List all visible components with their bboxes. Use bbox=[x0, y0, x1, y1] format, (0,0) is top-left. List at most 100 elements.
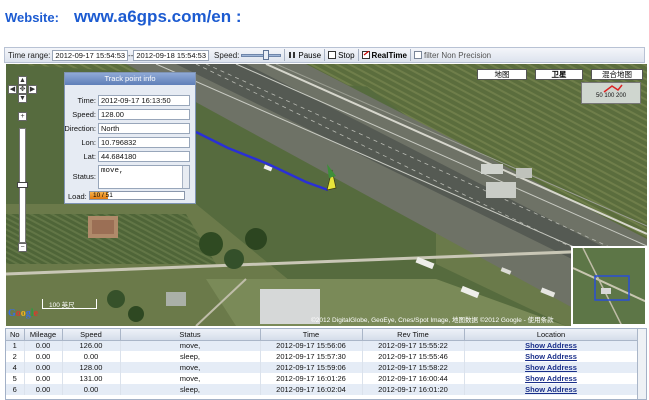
pan-down-icon[interactable]: ▼ bbox=[18, 94, 27, 103]
time-range-label: Time range: bbox=[8, 50, 51, 60]
column-header[interactable]: Location bbox=[464, 329, 639, 341]
overview-map[interactable] bbox=[571, 246, 647, 326]
pause-icon bbox=[289, 52, 296, 58]
column-header[interactable]: No bbox=[6, 329, 25, 341]
lon-label: Lon: bbox=[81, 138, 96, 147]
end-time-input[interactable]: 2012-09-18 15:54:53 bbox=[133, 49, 210, 61]
direction-value: North bbox=[98, 123, 190, 134]
speed-field-label: Speed: bbox=[72, 110, 96, 119]
status-textarea[interactable]: move, bbox=[98, 165, 190, 189]
realtime-button[interactable]: RealTime bbox=[361, 50, 407, 60]
cell-rev-time: 2012-09-17 16:00:44 bbox=[362, 373, 465, 384]
cell-rev-time: 2012-09-17 15:55:46 bbox=[362, 351, 465, 362]
info-row-speed: Speed: 128.00 bbox=[65, 109, 195, 121]
start-time-input[interactable]: 2012-09-17 15:54:53 bbox=[52, 49, 129, 61]
direction-label: Direction: bbox=[64, 124, 96, 133]
show-address-link[interactable]: Show Address bbox=[525, 352, 577, 361]
info-row-direction: Direction: North bbox=[64, 123, 195, 135]
cell-mileage: 0.00 bbox=[24, 384, 63, 395]
cell-location: Show Address bbox=[464, 351, 639, 362]
speed-value: 128.00 bbox=[98, 109, 190, 120]
pan-center-icon[interactable]: ✥ bbox=[18, 85, 27, 94]
pan-right-icon[interactable]: ▶ bbox=[28, 85, 37, 94]
cell-time: 2012-09-17 16:01:26 bbox=[260, 373, 363, 384]
scale-widget: 50 100 200 bbox=[581, 82, 641, 104]
table-row[interactable]: 5 0.00 131.00 move, 2012-09-17 16:01:26 … bbox=[6, 373, 639, 384]
table-row[interactable]: 1 0.00 126.00 move, 2012-09-17 15:56:06 … bbox=[6, 340, 639, 351]
map-type-map-button[interactable]: 地图 bbox=[477, 69, 527, 80]
speed-slider-track bbox=[241, 54, 282, 57]
lat-label: Lat: bbox=[83, 152, 96, 161]
lon-value: 10.796832 bbox=[98, 137, 190, 148]
stop-label: Stop bbox=[338, 50, 355, 60]
playback-toolbar: Time range: 2012-09-17 15:54:53 -- 2012-… bbox=[4, 47, 645, 63]
table-header-row: No Mileage Speed Status Time Rev Time Lo… bbox=[6, 329, 639, 341]
pan-up-icon[interactable]: ▲ bbox=[18, 76, 27, 85]
zoom-slider-thumb[interactable] bbox=[17, 182, 28, 188]
cell-status: move, bbox=[120, 340, 261, 351]
map-type-hybrid-button[interactable]: 混合地图 bbox=[591, 69, 643, 80]
map-type-switcher: 地图 卫星 混合地图 bbox=[477, 69, 643, 80]
cell-location: Show Address bbox=[464, 340, 639, 351]
table-scrollbar[interactable] bbox=[637, 329, 646, 399]
column-header[interactable]: Time bbox=[260, 329, 363, 341]
table-row[interactable]: 2 0.00 0.00 sleep, 2012-09-17 15:57:30 2… bbox=[6, 351, 639, 362]
cell-mileage: 0.00 bbox=[24, 340, 63, 351]
lat-value: 44.684180 bbox=[98, 151, 190, 162]
pause-button[interactable]: Pause bbox=[288, 51, 321, 60]
stop-button[interactable]: Stop bbox=[328, 50, 355, 60]
show-address-link[interactable]: Show Address bbox=[525, 363, 577, 372]
map-type-satellite-button[interactable]: 卫星 bbox=[535, 69, 583, 80]
info-row-time: Time: 2012-09-17 16:13:50 bbox=[65, 95, 195, 107]
cell-no: 5 bbox=[6, 373, 25, 384]
map-copyright: ©2012 DigitalGlobe, GeoEye, Cnes/Spot Im… bbox=[311, 317, 554, 324]
zoom-out-icon[interactable]: − bbox=[18, 243, 27, 252]
cell-status: sleep, bbox=[120, 351, 261, 362]
stop-icon bbox=[328, 51, 337, 59]
speed-slider[interactable] bbox=[241, 50, 282, 60]
status-label: Status: bbox=[72, 172, 96, 181]
cell-status: move, bbox=[120, 362, 261, 373]
cell-speed: 0.00 bbox=[62, 351, 121, 362]
show-address-link[interactable]: Show Address bbox=[525, 385, 577, 394]
website-url[interactable]: www.a6gps.com/en : bbox=[74, 7, 242, 27]
logo-letter: G bbox=[8, 308, 16, 319]
pan-left-icon[interactable]: ◀ bbox=[8, 85, 17, 94]
track-table: No Mileage Speed Status Time Rev Time Lo… bbox=[6, 329, 639, 395]
scale-bar-label: 100 英尺 bbox=[49, 302, 75, 309]
filter-non-precision-toggle[interactable]: filter Non Precision bbox=[413, 51, 491, 60]
realtime-label: RealTime bbox=[371, 50, 407, 60]
table-row[interactable]: 6 0.00 0.00 sleep, 2012-09-17 16:02:04 2… bbox=[6, 384, 639, 395]
cell-time: 2012-09-17 15:57:30 bbox=[260, 351, 363, 362]
cell-status: sleep, bbox=[120, 384, 261, 395]
load-progress-text: 10 / 51 bbox=[93, 192, 113, 199]
table-row[interactable]: 4 0.00 128.00 move, 2012-09-17 15:59:06 … bbox=[6, 362, 639, 373]
toolbar-divider bbox=[284, 49, 286, 61]
google-logo: Google bbox=[8, 308, 38, 319]
cell-rev-time: 2012-09-17 15:55:22 bbox=[362, 340, 465, 351]
track-point-info-panel: Track point info Time: 2012-09-17 16:13:… bbox=[64, 72, 196, 204]
show-address-link[interactable]: Show Address bbox=[525, 341, 577, 350]
cell-location: Show Address bbox=[464, 373, 639, 384]
cell-no: 6 bbox=[6, 384, 25, 395]
time-value: 2012-09-17 16:13:50 bbox=[98, 95, 190, 106]
site-header: Website: www.a6gps.com/en : bbox=[0, 0, 649, 40]
cell-time: 2012-09-17 16:02:04 bbox=[260, 384, 363, 395]
zoom-in-icon[interactable]: + bbox=[18, 112, 27, 121]
cell-mileage: 0.00 bbox=[24, 351, 63, 362]
cell-time: 2012-09-17 15:59:06 bbox=[260, 362, 363, 373]
cell-location: Show Address bbox=[464, 384, 639, 395]
show-address-link[interactable]: Show Address bbox=[525, 374, 577, 383]
column-header[interactable]: Status bbox=[120, 329, 261, 341]
speed-slider-thumb[interactable] bbox=[263, 50, 270, 60]
map-scale-bar: 100 英尺 bbox=[42, 299, 97, 309]
column-header[interactable]: Speed bbox=[62, 329, 121, 341]
column-header[interactable]: Rev Time bbox=[362, 329, 465, 341]
info-panel-title: Track point info bbox=[65, 73, 195, 85]
cell-rev-time: 2012-09-17 16:01:20 bbox=[362, 384, 465, 395]
status-scrollbar[interactable] bbox=[182, 166, 189, 188]
status-value: move, bbox=[101, 167, 124, 175]
load-label: Load: bbox=[68, 192, 87, 201]
filter-checkbox[interactable] bbox=[413, 51, 422, 59]
column-header[interactable]: Mileage bbox=[24, 329, 63, 341]
